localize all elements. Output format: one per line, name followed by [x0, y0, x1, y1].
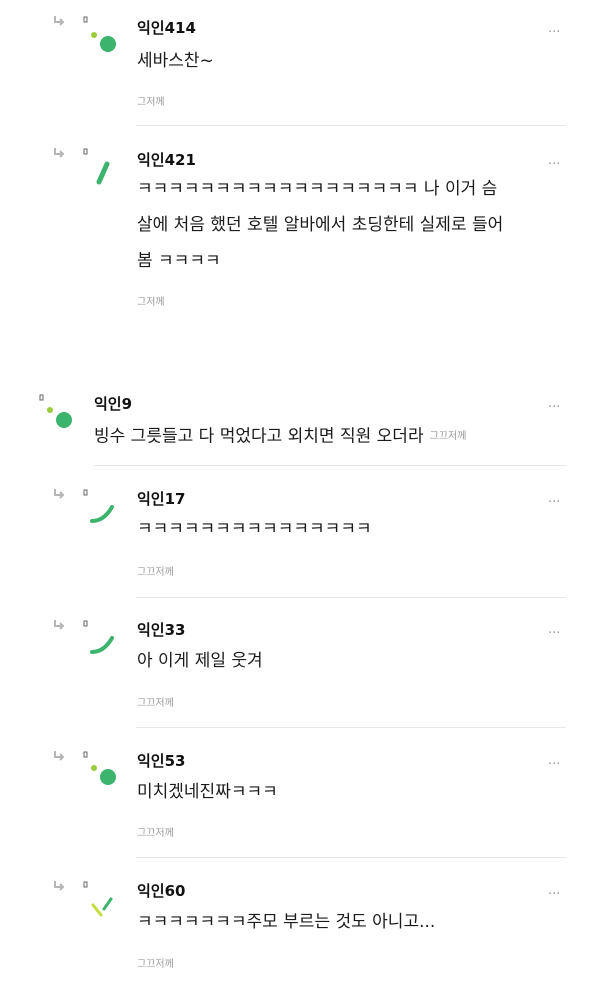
avatar-icon [83, 148, 110, 185]
avatar-icon [83, 16, 116, 52]
comment-text: 세바스찬~ [137, 51, 214, 71]
comment-text: 살에 처음 했던 호텔 알바에서 초딩한테 실제로 들어 [137, 215, 504, 235]
comment-time: 그끄저께 [137, 959, 174, 970]
comment-nickname[interactable]: 익인421 [137, 149, 196, 170]
comment-text: 빙수 그릇들고 다 먹었다고 외치면 직원 오더라 그끄저께 [94, 419, 466, 455]
divider [136, 125, 566, 126]
divider [136, 727, 566, 728]
divider [136, 857, 566, 858]
comment-text-content: 빙수 그릇들고 다 먹었다고 외치면 직원 오더라 [94, 426, 424, 447]
reply-arrow-icon [54, 620, 65, 630]
avatar-icon [83, 489, 114, 523]
comment-text: ㅋㅋㅋㅋㅋㅋㅋㅋㅋㅋㅋㅋㅋㅋㅋㅋㅋㅋ 나 이거 슴 [137, 179, 498, 199]
reply-arrow-icon [54, 16, 65, 26]
comment-nickname[interactable]: 익인33 [137, 619, 185, 640]
comment-text: 봄 ㅋㅋㅋㅋ [137, 251, 221, 271]
divider [136, 597, 566, 598]
comment-nickname[interactable]: 익인9 [94, 393, 132, 414]
comment-text: 미치겠네진짜ㅋㅋㅋ [137, 782, 278, 802]
more-options-icon[interactable]: ··· [548, 888, 560, 901]
avatar-icon [39, 394, 72, 428]
comment-time: 그끄저께 [137, 698, 174, 709]
comment-text: ㅋㅋㅋㅋㅋㅋㅋㅋㅋㅋㅋㅋㅋㅋㅋ [137, 519, 372, 539]
more-options-icon[interactable]: ··· [548, 496, 560, 509]
reply-arrow-icon [54, 489, 65, 499]
avatar-icon [83, 620, 114, 654]
comment-nickname[interactable]: 익인414 [137, 17, 196, 38]
avatar-icon [83, 881, 113, 917]
comment-time: 그저께 [137, 97, 165, 108]
comment-time: 그끄저께 [137, 828, 174, 839]
avatar-icon [83, 751, 116, 785]
comment-text: 아 이게 제일 웃겨 [137, 651, 263, 671]
comment-nickname[interactable]: 익인60 [137, 880, 185, 901]
comment-time: 그끄저께 [429, 431, 467, 442]
comment-nickname[interactable]: 익인17 [137, 488, 185, 509]
more-options-icon[interactable]: ··· [548, 758, 560, 771]
divider [94, 465, 566, 466]
reply-arrow-icon [54, 881, 65, 891]
reply-arrow-icon [54, 148, 65, 158]
more-options-icon[interactable]: ··· [548, 26, 560, 39]
more-options-icon[interactable]: ··· [548, 627, 560, 640]
comment-nickname[interactable]: 익인53 [137, 750, 185, 771]
reply-arrow-icon [54, 751, 65, 761]
comment-time: 그끄저께 [137, 567, 174, 578]
more-options-icon[interactable]: ··· [548, 158, 560, 171]
comment-text: ㅋㅋㅋㅋㅋㅋㅋ주모 부르는 것도 아니고... [137, 912, 436, 932]
more-options-icon[interactable]: ··· [548, 401, 560, 414]
comment-time: 그저께 [137, 297, 165, 308]
